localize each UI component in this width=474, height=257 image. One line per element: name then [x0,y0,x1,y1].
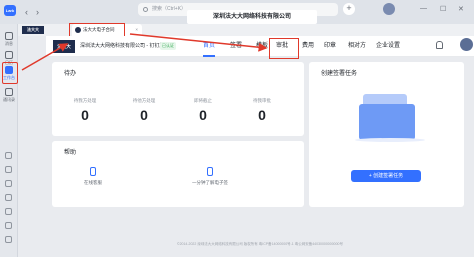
settings-icon[interactable] [5,236,12,243]
profile-avatar[interactable] [383,3,395,15]
approval-icon[interactable] [5,208,12,215]
stat-label: 待我方处理 [73,98,97,103]
rail-item-contacts[interactable]: 通讯录 [1,88,17,103]
create-task-card: 创建签署任务 + 创建签署任务 [309,62,464,207]
close-window-icon[interactable]: ✕ [458,5,464,13]
user-avatar[interactable] [460,38,473,51]
search-placeholder: 搜索（Ctrl+K） [152,6,187,12]
stat-label: 待他方处理 [132,98,156,103]
maximize-icon[interactable]: ☐ [440,5,446,13]
stat-value: 0 [199,107,207,123]
stat-value: 0 [81,107,89,123]
history-nav: ‹ › [25,7,47,17]
folder-front [359,104,415,140]
footer-copyright: ©2014-2022 深圳法大大网络科技有限公司 版权所有 粤ICP备14000… [177,242,343,246]
todo-card: 待办 待我方处理 0 待他方处理 0 即将截止 0 待我审批 0 [52,62,304,136]
stat-due-soon[interactable]: 即将截止 0 [174,98,232,123]
nav-sign[interactable]: 签署 [230,36,242,57]
create-title: 创建签署任务 [321,71,358,77]
help-label: 一分钟了解电子签 [192,180,228,185]
auth-badge: 已认证 [160,42,176,50]
stat-label: 即将截止 [194,98,212,103]
todo-title: 待办 [64,71,77,77]
rail-label: 通讯录 [3,97,15,102]
help-card: 帮助 在线客服 一分钟了解电子签 [52,141,304,207]
help-online-service[interactable]: 在线客服 [84,167,102,186]
highlight-box-workbench [2,62,18,84]
help-intro-video[interactable]: 一分钟了解电子签 [192,167,228,186]
highlight-box-approval [269,38,299,59]
mail-icon[interactable] [5,166,12,173]
app-logo: Lark [4,5,16,16]
add-button[interactable]: + [343,3,355,15]
stat-label: 待我审批 [253,98,271,103]
search-icon [143,7,148,12]
tasks-icon[interactable] [5,194,12,201]
help-label: 在线客服 [84,180,102,185]
nav-counterparty[interactable]: 相对方 [348,36,366,57]
stat-pending-approval[interactable]: 待我审批 0 [233,98,291,123]
docs-icon[interactable] [5,152,12,159]
forward-arrow-icon[interactable]: › [36,7,39,17]
nav-enterprise-settings[interactable]: 企业设置 [376,36,400,57]
folder-illustration [355,90,425,142]
folder-shadow [355,138,425,142]
video-icon[interactable] [5,180,12,187]
left-rail: 消息 日历 工作台 通讯录 [0,24,18,257]
app-header: 法大大 深圳法大大网络科技有限公司 - 钉钉版 已认证 首页 签署 模板 审批 … [46,36,474,57]
nav-home[interactable]: 首页 [203,36,216,57]
back-arrow-icon[interactable]: ‹ [25,7,28,17]
nav-fees[interactable]: 费用 [302,36,314,57]
notification-bell-icon[interactable] [436,41,443,49]
stat-pending-others[interactable]: 待他方处理 0 [115,98,173,123]
brand-logo: 法大大 [53,40,75,53]
nav-template[interactable]: 模板 [256,36,268,57]
headset-icon [90,167,96,176]
close-tab-icon[interactable]: × [135,24,138,36]
nav-seals[interactable]: 印章 [324,36,336,57]
rail-label: 消息 [5,41,13,46]
help-title: 帮助 [64,150,77,156]
calendar-icon [5,51,13,59]
minimize-icon[interactable]: — [420,5,427,12]
company-switcher[interactable]: 深圳法大大网络科技有限公司 [187,10,317,24]
tab-logo[interactable]: 法大大 [22,26,44,34]
stat-pending-mine[interactable]: 待我方处理 0 [56,98,114,123]
more-apps-icon[interactable] [5,222,12,229]
org-name[interactable]: 深圳法大大网络科技有限公司 - 钉钉版 [80,41,164,51]
rail-item-messages[interactable]: 消息 [1,32,17,47]
stat-value: 0 [258,107,266,123]
message-icon [5,32,13,40]
create-task-button[interactable]: + 创建签署任务 [351,170,421,182]
play-icon [207,167,213,176]
stat-value: 0 [140,107,148,123]
contacts-icon [5,88,13,96]
